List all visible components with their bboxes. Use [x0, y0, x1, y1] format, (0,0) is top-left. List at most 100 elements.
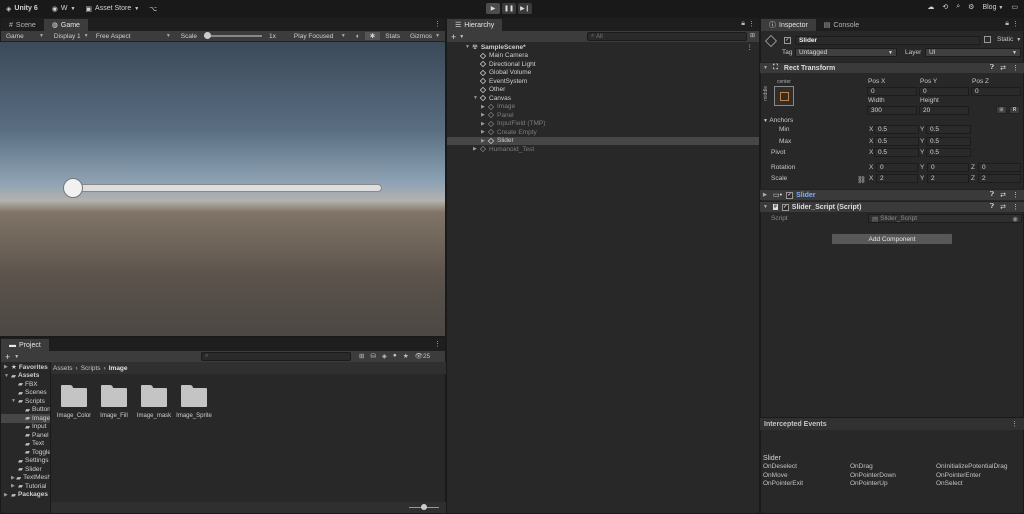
collapse-arrow-icon[interactable]: ▶: [481, 112, 488, 118]
constrain-proportions-icon[interactable]: ⛓: [857, 176, 866, 184]
tree-arrow-icon[interactable]: ▼: [11, 398, 18, 404]
tab-hierarchy[interactable]: ☰ Hierarchy: [447, 19, 503, 31]
hierarchy-item[interactable]: Other: [447, 86, 759, 95]
hierarchy-item[interactable]: ▼ ☢ SampleScene* ⋮: [447, 43, 759, 52]
hierarchy-item[interactable]: ▶ Panel: [447, 111, 759, 120]
scale-z-field[interactable]: 2: [978, 174, 1021, 183]
scale-y-field[interactable]: 2: [927, 174, 969, 183]
project-tree-item[interactable]: ▶ ▰ TextMesh: [1, 474, 51, 483]
project-tree-item[interactable]: ▰ Text: [1, 440, 51, 449]
presets-icon[interactable]: ⇄: [1000, 203, 1006, 211]
folder-icon[interactable]: [101, 385, 127, 407]
help-icon[interactable]: ❓︎: [990, 64, 994, 72]
breadcrumb-image[interactable]: Image: [109, 365, 128, 372]
project-tree-item[interactable]: ▰ Settings: [1, 457, 51, 466]
unity-logo-menu[interactable]: ◈ Unity 6: [6, 5, 38, 13]
tab-menu-icon[interactable]: ⋮: [1012, 20, 1019, 28]
layout-dropdown[interactable]: Blog ▼: [982, 4, 1003, 11]
slider-enabled-checkbox[interactable]: ✓: [786, 191, 794, 199]
rotation-x-field[interactable]: 0: [876, 163, 918, 172]
hierarchy-item[interactable]: EventSystem: [447, 77, 759, 86]
object-name-field[interactable]: Slider: [795, 36, 980, 45]
panel-menu-icon[interactable]: ⋮: [1011, 420, 1018, 428]
game-viewport[interactable]: [0, 42, 445, 336]
pivot-x-field[interactable]: 0.5: [874, 148, 919, 157]
folder-icon[interactable]: [181, 385, 207, 407]
rotation-z-field[interactable]: 0: [978, 163, 1021, 172]
breadcrumb-scripts[interactable]: Scripts: [81, 365, 101, 372]
help-icon[interactable]: ❓︎: [990, 203, 994, 211]
game-slider-handle[interactable]: [63, 178, 83, 198]
info-icon[interactable]: ●: [393, 352, 397, 360]
tab-menu-icon[interactable]: ⋮: [434, 340, 441, 348]
history-icon[interactable]: ⟲: [942, 3, 948, 11]
anchor-max-y-field[interactable]: 0.5: [926, 137, 971, 146]
hierarchy-search-input[interactable]: ⌕ All: [587, 32, 747, 41]
tab-game[interactable]: ◍ Game: [43, 19, 88, 31]
filter-type-icon[interactable]: ⊞: [359, 352, 364, 360]
add-component-button[interactable]: Add Component: [831, 233, 953, 245]
hierarchy-item[interactable]: Directional Light: [447, 60, 759, 69]
hidden-packages-icon[interactable]: 👁25: [415, 352, 431, 360]
collapse-arrow-icon[interactable]: ▶: [481, 129, 488, 135]
height-field[interactable]: 20: [919, 106, 969, 115]
project-search-input[interactable]: ⌕: [201, 352, 351, 361]
hierarchy-item[interactable]: ▶ Image: [447, 103, 759, 112]
gizmos-dropdown[interactable]: Gizmos ▼: [405, 33, 445, 40]
component-menu-icon[interactable]: ⋮: [1012, 203, 1019, 211]
help-icon[interactable]: ❓︎: [990, 191, 994, 199]
anchors-foldout[interactable]: ▼ Anchors: [763, 117, 793, 124]
game-slider-track[interactable]: [72, 184, 382, 192]
slider-component-header[interactable]: ▶ ▭• ✓ Slider ❓︎ ⇄ ⋮: [760, 189, 1024, 200]
display-mode-dropdown[interactable]: Game ▼: [1, 33, 49, 40]
folder-icon[interactable]: [141, 385, 167, 407]
tree-arrow-icon[interactable]: ▶: [4, 364, 11, 370]
blueprint-mode-button[interactable]: ⊞: [996, 106, 1007, 114]
component-menu-icon[interactable]: ⋮: [1012, 64, 1019, 72]
lock-icon[interactable]: 🔒︎: [1005, 20, 1009, 28]
active-checkbox[interactable]: ✓: [784, 36, 794, 44]
play-mode-dropdown[interactable]: Play Focused ▼: [289, 33, 351, 40]
rect-transform-header[interactable]: ▼ ⛶ Rect Transform ❓︎ ⇄ ⋮: [760, 62, 1024, 73]
anchor-presets-button[interactable]: [774, 86, 794, 106]
search-options-icon[interactable]: ⊞: [750, 32, 755, 39]
static-toggle[interactable]: Static ▼: [984, 36, 1021, 43]
project-tree-item[interactable]: ▼ ▰ Assets: [1, 372, 51, 381]
script-component-header[interactable]: ▼ # ✓ Slider_Script (Script) ❓︎ ⇄ ⋮: [760, 201, 1024, 212]
scale-slider[interactable]: [204, 32, 263, 39]
pos-y-field[interactable]: 0: [919, 87, 969, 96]
tab-inspector[interactable]: ⓘ Inspector: [761, 19, 816, 31]
star-icon[interactable]: ★: [403, 352, 409, 360]
hierarchy-item[interactable]: Global Volume: [447, 69, 759, 78]
tab-project[interactable]: ▬ Project: [1, 339, 49, 351]
width-field[interactable]: 300: [867, 106, 917, 115]
filter-label-icon[interactable]: ⛁: [370, 352, 375, 360]
anchor-min-x-field[interactable]: 0.5: [874, 125, 919, 134]
raw-edit-button[interactable]: R: [1009, 106, 1020, 114]
layer-dropdown[interactable]: UI ▼: [925, 48, 1021, 57]
maximize-icon[interactable]: ✱: [364, 32, 381, 40]
hierarchy-item[interactable]: ▶ InputField (TMP): [447, 120, 759, 129]
anchor-max-x-field[interactable]: 0.5: [874, 137, 919, 146]
anchor-min-y-field[interactable]: 0.5: [926, 125, 971, 134]
tree-arrow-icon[interactable]: ▼: [4, 373, 11, 379]
pos-z-field[interactable]: 0: [971, 87, 1021, 96]
asset-store-button[interactable]: ▣ Asset Store ▼: [85, 5, 139, 13]
project-tree-item[interactable]: ▰ FBX: [1, 380, 51, 389]
tag-dropdown[interactable]: Untagged ▼: [795, 48, 897, 57]
expand-arrow-icon[interactable]: ▼: [465, 44, 472, 50]
window-menu-icon[interactable]: ▭: [1011, 3, 1018, 11]
account-dropdown[interactable]: ◉ W ▼: [52, 5, 76, 13]
search-icon[interactable]: ⌕: [956, 3, 960, 11]
hierarchy-item[interactable]: ▶ Humanoid_Test: [447, 145, 759, 154]
project-tree-item[interactable]: ▰ Input: [1, 423, 51, 432]
hierarchy-item[interactable]: Main Camera: [447, 52, 759, 61]
project-tree-item[interactable]: ▰ Toggle: [1, 448, 51, 457]
project-tree-item[interactable]: ▰ Scenes: [1, 389, 51, 398]
project-tree-item[interactable]: ▼ ▰ Scripts: [1, 397, 51, 406]
presets-icon[interactable]: ⇄: [1000, 64, 1006, 72]
project-tree-item[interactable]: ▰ Slider: [1, 465, 51, 474]
filter-tag-icon[interactable]: ◈: [382, 352, 387, 360]
play-button[interactable]: ▶: [486, 3, 500, 14]
rotation-y-field[interactable]: 0: [927, 163, 969, 172]
